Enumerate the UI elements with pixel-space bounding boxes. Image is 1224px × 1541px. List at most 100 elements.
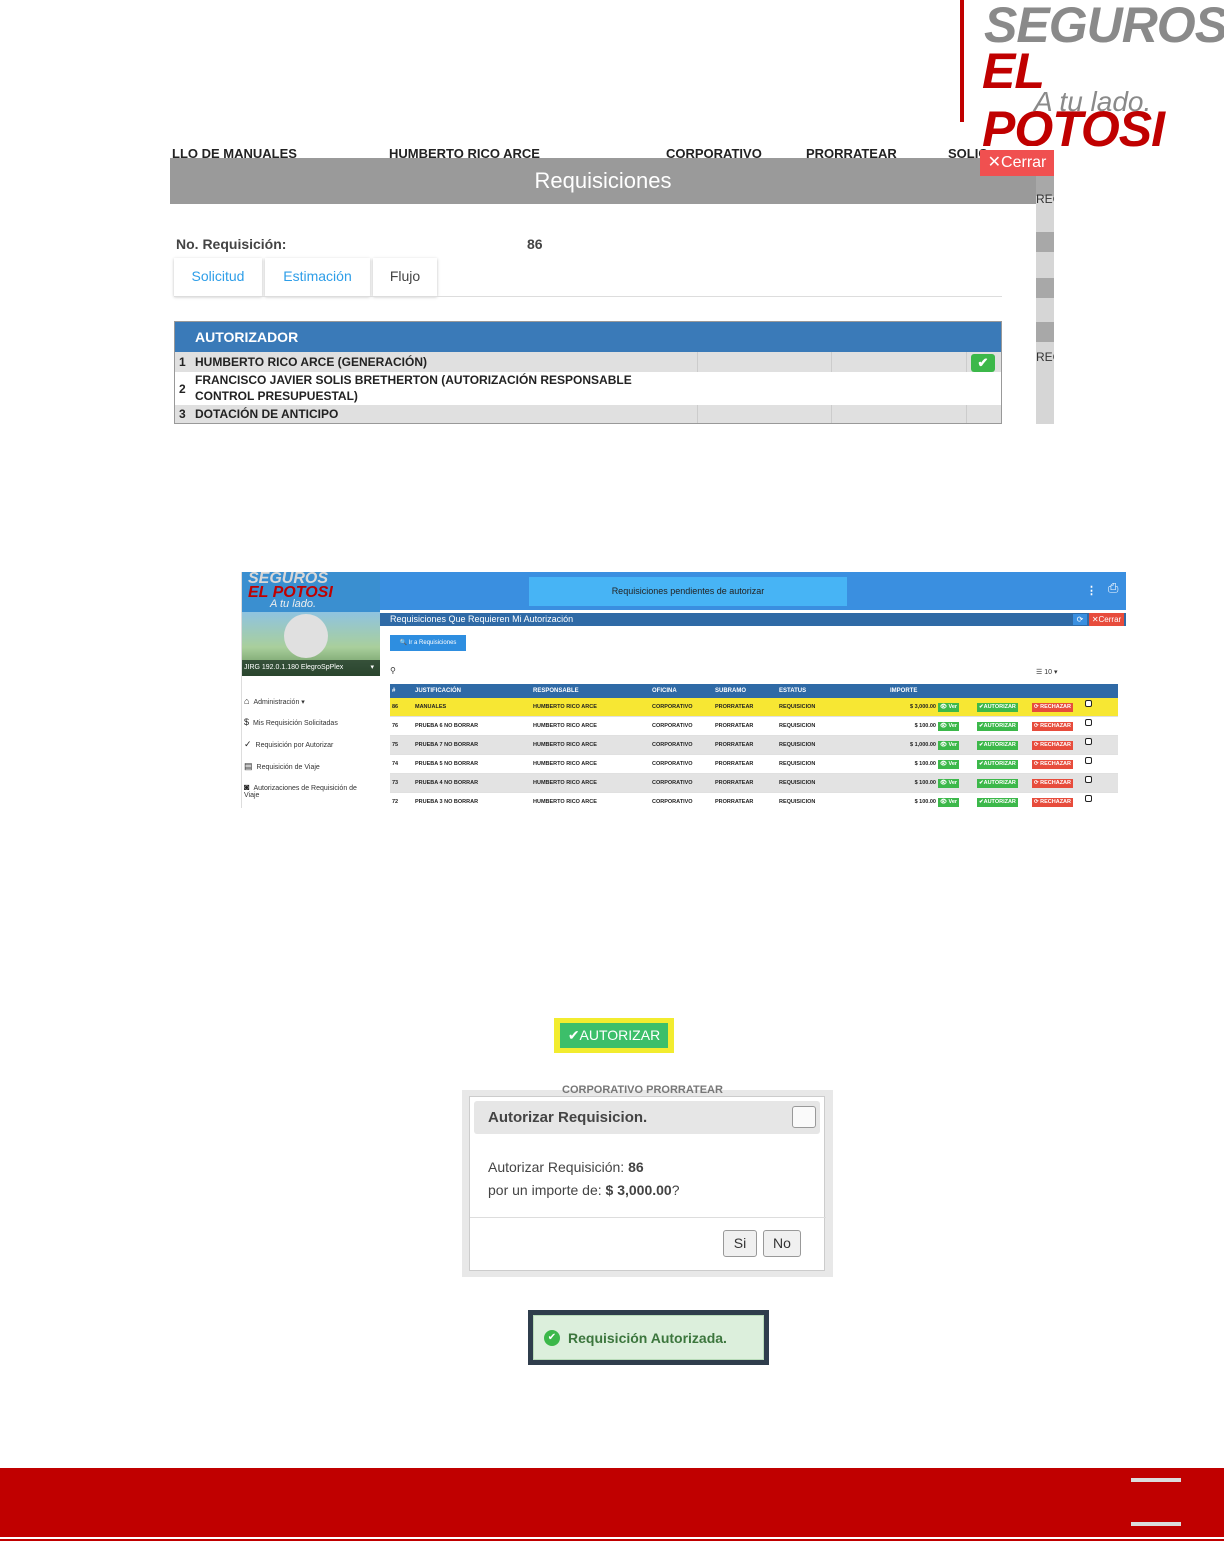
footer-rule [0, 1537, 1224, 1539]
page-footer [0, 1468, 1224, 1541]
refresh-icon[interactable]: ⟳ [1073, 614, 1087, 625]
footer-mark [1131, 1522, 1181, 1526]
page-title: Requisiciones pendientes de autorizar [529, 577, 847, 606]
autorizar-row-button[interactable]: ✔AUTORIZAR [977, 760, 1018, 769]
user-name: JIRG 192.0.1.180 ElegroSpPlex [244, 664, 344, 671]
msg-text: ? [671, 1182, 680, 1198]
row-checkbox[interactable] [1085, 738, 1092, 745]
section-title: Requisiciones Que Requieren Mi Autorizac… [390, 614, 574, 624]
col-justificacion[interactable]: JUSTIFICACIÓN [415, 684, 461, 698]
sidebar-item-label: Requisición de Viaje [256, 764, 320, 771]
dialog-close-button[interactable] [792, 1106, 816, 1128]
success-toast: ✔ Requisición Autorizada. [528, 1310, 769, 1365]
rechazar-button[interactable]: ⟳ RECHAZAR [1032, 722, 1073, 731]
rechazar-button[interactable]: ⟳ RECHAZAR [1032, 703, 1073, 712]
toast-message: Requisición Autorizada. [568, 1330, 727, 1346]
cell-resp: HUMBERTO RICO ARCE [533, 742, 597, 748]
ver-button[interactable]: 👁 Ver [938, 779, 960, 788]
row-checkbox[interactable] [1085, 776, 1092, 783]
rechazar-button[interactable]: ⟳ RECHAZAR [1032, 760, 1073, 769]
cell-ofi: CORPORATIVO [652, 761, 693, 767]
autorizar-row-button[interactable]: ✔AUTORIZAR [977, 741, 1018, 750]
logo-bar [960, 0, 964, 122]
home-icon: ⌂ [244, 696, 250, 706]
ver-button[interactable]: 👁 Ver [938, 703, 960, 712]
no-button[interactable]: No [763, 1230, 801, 1257]
sidebar-item-label: Mis Requisición Solicitadas [253, 720, 338, 727]
ver-button[interactable]: 👁 Ver [938, 760, 960, 769]
strip-text: REC [1036, 192, 1054, 206]
logo-tagline: A tu lado. [1034, 86, 1152, 117]
cell-ofi: CORPORATIVO [652, 780, 693, 786]
autorizar-row-button[interactable]: ✔AUTORIZAR [977, 722, 1018, 731]
pending-requisitions-screenshot: SEGUROS EL POTOSI A tu lado. JIRG 192.0.… [241, 572, 1126, 808]
sidebar-item-mis-requisiciones[interactable]: $ Mis Requisición Solicitadas [244, 717, 338, 727]
close-button[interactable]: ✕Cerrar [1089, 613, 1124, 626]
col-divider [697, 405, 698, 423]
rechazar-button[interactable]: ⟳ RECHAZAR [1032, 798, 1073, 807]
col-oficina[interactable]: OFICINA [652, 684, 677, 698]
col-id[interactable]: # [392, 684, 395, 698]
cell-id: 73 [392, 780, 399, 786]
col-estatus[interactable]: ESTATUS [779, 684, 806, 698]
tab-divider [174, 296, 1002, 297]
col-responsable[interactable]: RESPONSABLE [533, 684, 579, 698]
autorizar-row-button[interactable]: ✔AUTORIZAR [977, 798, 1018, 807]
autorizar-row-button[interactable]: ✔AUTORIZAR [977, 779, 1018, 788]
autorizar-row-button[interactable]: ✔AUTORIZAR [977, 703, 1018, 712]
row-checkbox[interactable] [1085, 757, 1092, 764]
search-icon[interactable]: ⚲ [390, 666, 396, 675]
col-divider [966, 405, 967, 423]
tab-flujo[interactable]: Flujo [373, 258, 437, 296]
requisiciones-modal-screenshot: LLO DE MANUALES HUMBERTO RICO ARCE CORPO… [170, 146, 1054, 424]
sidebar-item-por-autorizar[interactable]: ✓ Requisición por Autorizar [244, 739, 333, 750]
sidebar-item-viaje[interactable]: ▤ Requisición de Viaje [244, 761, 320, 772]
ver-button[interactable]: 👁 Ver [938, 798, 960, 807]
cell-est: REQUISICION [779, 742, 816, 748]
ver-button[interactable]: 👁 Ver [938, 741, 960, 750]
yes-button[interactable]: Si [723, 1230, 757, 1257]
col-importe[interactable]: IMPORTE [890, 684, 917, 698]
toast-body: ✔ Requisición Autorizada. [533, 1315, 764, 1360]
footer-mark [1131, 1478, 1181, 1482]
autorizar-button[interactable]: ✔AUTORIZAR [560, 1023, 668, 1048]
tab-estimacion[interactable]: Estimación [265, 258, 370, 296]
sidebar-item-autorizaciones-viaje[interactable]: ◙ Autorizaciones de Requisición de Viaje [244, 782, 372, 799]
sidebar-brand-tagline: A tu lado. [270, 598, 317, 610]
ir-a-requisiciones-button[interactable]: 🔍 Ir a Requisiciones [390, 635, 466, 651]
tab-solicitud[interactable]: Solicitud [174, 258, 262, 296]
cell-ofi: CORPORATIVO [652, 704, 693, 710]
close-button[interactable]: ✕Cerrar [980, 150, 1054, 176]
req-number-label: No. Requisición: [176, 236, 287, 252]
cell-est: REQUISICION [779, 780, 816, 786]
confirm-dialog-screenshot: CORPORATIVO PRORRATEAR Autorizar Requisi… [462, 1084, 833, 1277]
page-length-select[interactable]: ☰ 10 ▾ [1036, 668, 1058, 676]
row-checkbox[interactable] [1085, 700, 1092, 707]
rechazar-button[interactable]: ⟳ RECHAZAR [1032, 779, 1073, 788]
confirm-dialog: Autorizar Requisicion. Autorizar Requisi… [469, 1096, 826, 1271]
cell-id: 74 [392, 761, 399, 767]
rechazar-button[interactable]: ⟳ RECHAZAR [1032, 741, 1073, 750]
cell-importe: $ 100.00 [914, 723, 936, 729]
row-checkbox[interactable] [1085, 719, 1092, 726]
dialog-message-line2: por un importe de: $ 3,000.00? [488, 1182, 679, 1198]
table-row: 1 HUMBERTO RICO ARCE (GENERACIÓN) ✔ [175, 352, 1001, 372]
cell-just: PRUEBA 4 NO BORRAR [415, 780, 479, 786]
ver-button[interactable]: 👁 Ver [938, 722, 960, 731]
col-subramo[interactable]: SUBRAMO [715, 684, 746, 698]
print-icon[interactable]: ⎙ [1108, 580, 1118, 596]
cell-resp: HUMBERTO RICO ARCE [533, 780, 597, 786]
cell-ofi: CORPORATIVO [652, 723, 693, 729]
more-icon[interactable]: ⋮ [1086, 584, 1097, 597]
strip-block [1036, 232, 1054, 252]
cell-ofi: CORPORATIVO [652, 742, 693, 748]
user-menu[interactable]: JIRG 192.0.1.180 ElegroSpPlex ▾ [242, 660, 380, 676]
row-checkbox[interactable] [1085, 795, 1092, 802]
sidebar-item-administracion[interactable]: ⌂ Administración ▾ [244, 696, 305, 706]
table-row: 3 DOTACIÓN DE ANTICIPO [175, 405, 1001, 423]
cell-just: PRUEBA 7 NO BORRAR [415, 742, 479, 748]
cell-id: 76 [392, 723, 399, 729]
autorizar-highlight: ✔AUTORIZAR [554, 1018, 674, 1053]
table-row: 74 PRUEBA 5 NO BORRAR HUMBERTO RICO ARCE CO… [390, 755, 1118, 774]
cell-just: PRUEBA 3 NO BORRAR [415, 799, 479, 805]
